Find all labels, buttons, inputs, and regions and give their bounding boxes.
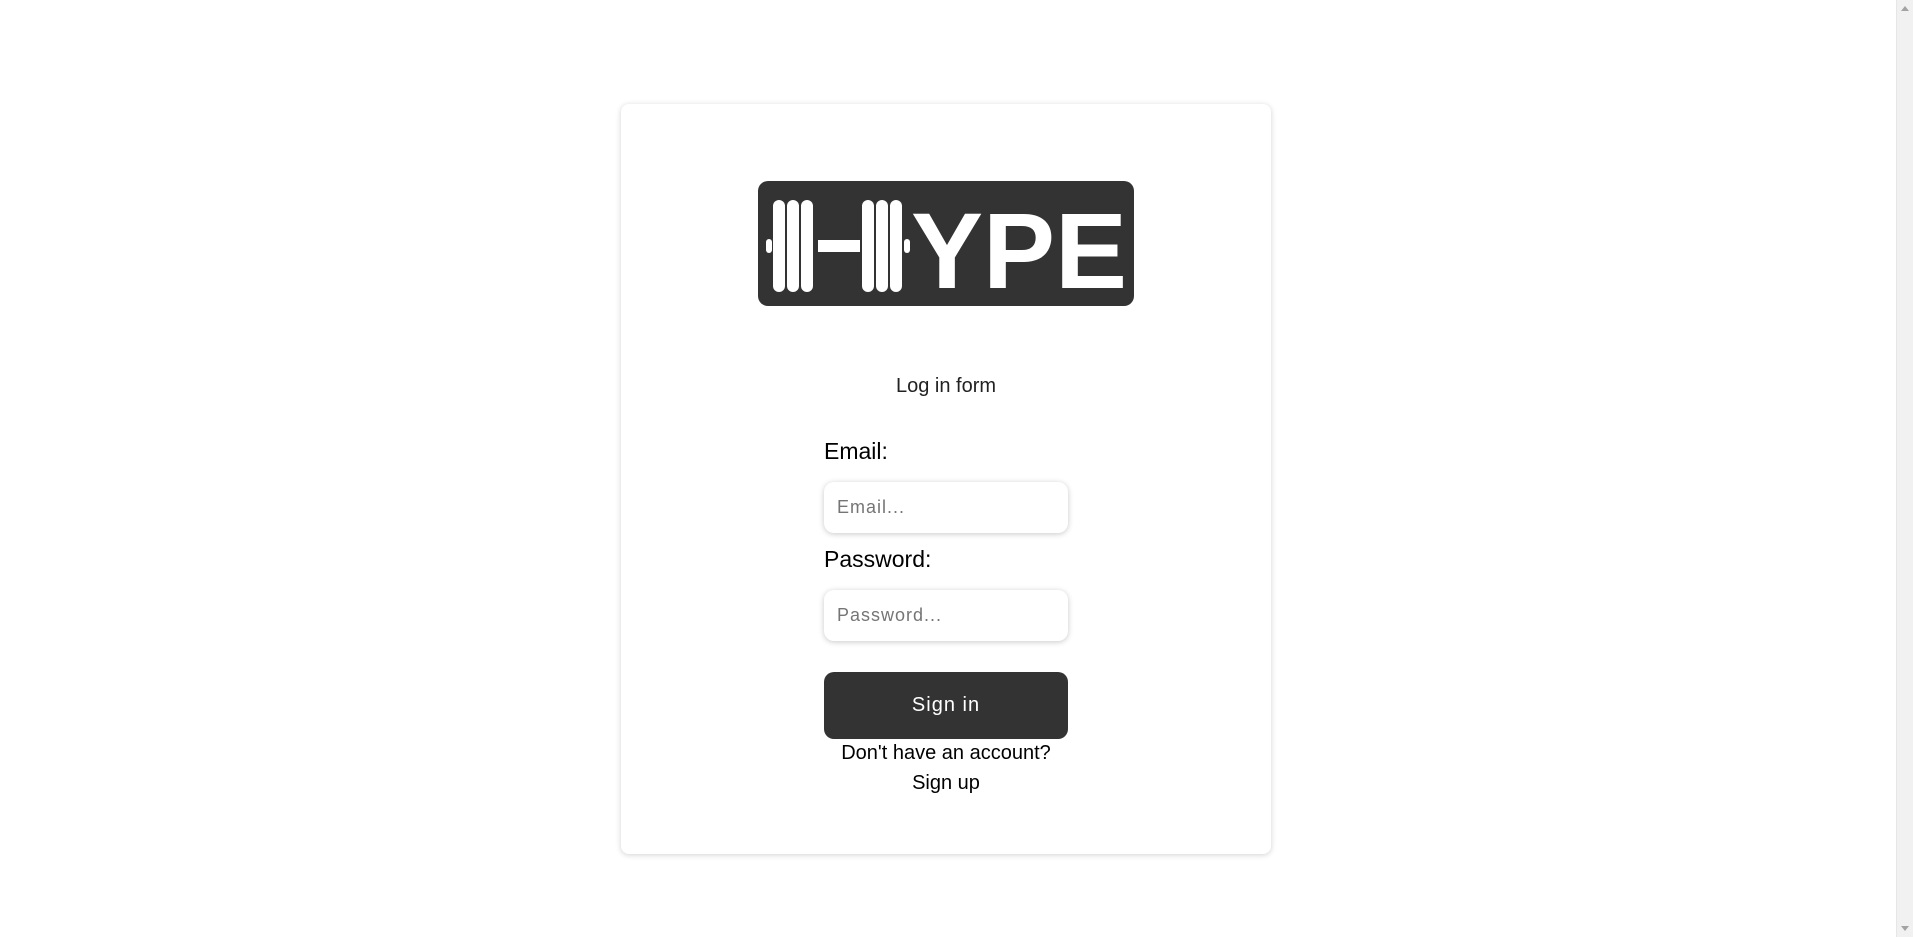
hype-logo: YPE: [758, 181, 1134, 306]
no-account-text: Don't have an account?: [841, 742, 1051, 764]
scroll-down-arrow-icon[interactable]: [1897, 920, 1913, 937]
logo-text: YPE: [911, 190, 1127, 306]
password-input[interactable]: [824, 590, 1068, 641]
login-page: YPE Log in form Email: Password: Sign in…: [0, 0, 1913, 937]
login-card: YPE Log in form Email: Password: Sign in…: [621, 104, 1271, 854]
vertical-scrollbar[interactable]: [1896, 0, 1913, 937]
sign-up-link[interactable]: Sign up: [912, 772, 980, 794]
email-label: Email:: [824, 438, 888, 464]
sign-up-link-row: Sign up: [621, 772, 1271, 795]
sign-in-button[interactable]: Sign in: [824, 672, 1068, 739]
email-input[interactable]: [824, 482, 1068, 533]
scroll-up-arrow-icon[interactable]: [1897, 0, 1913, 17]
form-title: Log in form: [895, 375, 997, 397]
barbell-logo-graphic: YPE: [766, 190, 1127, 306]
password-label: Password:: [824, 546, 932, 572]
